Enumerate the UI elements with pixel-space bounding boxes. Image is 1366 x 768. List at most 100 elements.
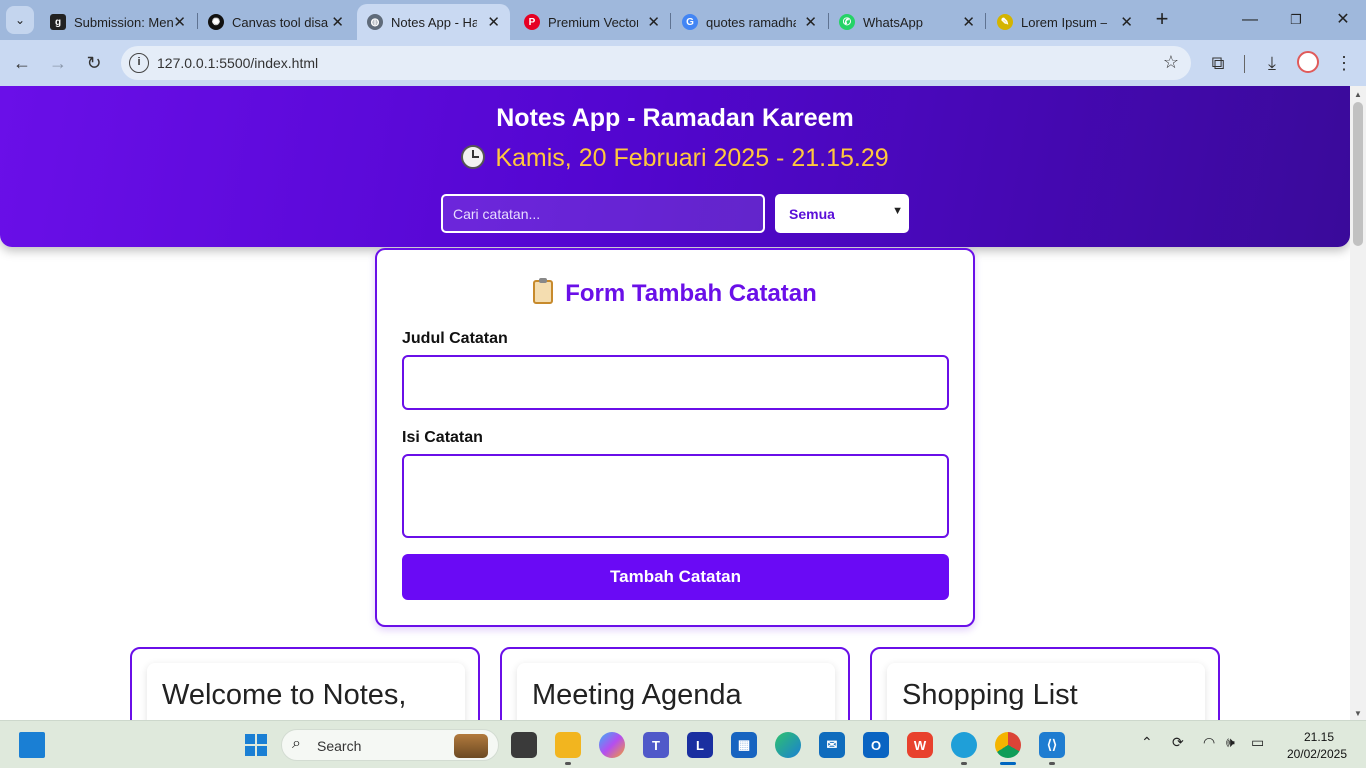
forward-button[interactable]: → bbox=[46, 51, 70, 75]
scrollbar-thumb[interactable] bbox=[1353, 102, 1363, 246]
wps-office-icon[interactable]: W bbox=[907, 732, 933, 758]
taskbar-search-label: Search bbox=[317, 738, 362, 754]
google-icon: G bbox=[682, 14, 698, 30]
outlook-new-icon[interactable]: ✉ bbox=[819, 732, 845, 758]
restore-button[interactable]: ❐ bbox=[1284, 8, 1308, 32]
microsoft-store-icon[interactable]: ▦ bbox=[731, 732, 757, 758]
clock-icon bbox=[461, 145, 486, 169]
volume-icon[interactable]: 🕪 bbox=[1226, 734, 1235, 751]
launcher-l-icon[interactable]: L bbox=[687, 732, 713, 758]
note-card-inner: Meeting Agenda bbox=[517, 663, 835, 720]
dicoding-icon: g bbox=[50, 14, 66, 30]
search-icon: ⌕ bbox=[292, 735, 301, 752]
close-icon[interactable]: ✕ bbox=[804, 13, 817, 31]
tab-canvas-tool[interactable]: ✺ Canvas tool disa ✕ bbox=[198, 4, 354, 40]
form-heading-text: Form Tambah Catatan bbox=[565, 280, 817, 307]
running-indicator bbox=[961, 762, 967, 765]
teams-icon[interactable]: T bbox=[643, 732, 669, 758]
more-menu-icon[interactable]: ⋮ bbox=[1332, 51, 1356, 75]
file-explorer-icon[interactable] bbox=[555, 732, 581, 758]
outlook-icon[interactable]: O bbox=[863, 732, 889, 758]
edge-icon[interactable] bbox=[775, 732, 801, 758]
download-icon[interactable]: ⤓ bbox=[1260, 51, 1284, 75]
app-header: Notes App - Ramadan Kareem Kamis, 20 Feb… bbox=[0, 86, 1350, 247]
wifi-icon[interactable]: ◠ bbox=[1203, 734, 1215, 751]
minimize-button[interactable]: — bbox=[1238, 8, 1262, 32]
form-heading: Form Tambah Catatan bbox=[377, 278, 973, 308]
close-icon[interactable]: ✕ bbox=[331, 13, 344, 31]
reload-button[interactable]: ↻ bbox=[82, 51, 106, 75]
taskbar-date[interactable]: 20/02/2025 bbox=[1287, 747, 1347, 761]
close-icon[interactable]: ✕ bbox=[647, 13, 660, 31]
note-card[interactable]: Shopping List bbox=[870, 647, 1220, 720]
page-viewport: Notes App - Ramadan Kareem Kamis, 20 Feb… bbox=[0, 86, 1350, 720]
copilot-icon[interactable] bbox=[599, 732, 625, 758]
sync-icon[interactable]: ⟳ bbox=[1172, 734, 1184, 751]
chrome-icon[interactable] bbox=[995, 732, 1021, 758]
tab-title: quotes ramadha bbox=[706, 14, 796, 30]
tab-notes-app[interactable]: ◍ Notes App - Har ✕ bbox=[357, 4, 510, 40]
body-textarea[interactable] bbox=[402, 454, 949, 538]
close-icon[interactable]: ✕ bbox=[962, 13, 975, 31]
windows-logo-icon bbox=[245, 734, 267, 756]
tab-lorem-ipsum[interactable]: ✎ Lorem Ipsum – ( ✕ bbox=[987, 4, 1143, 40]
start-windows-icon[interactable] bbox=[243, 732, 269, 758]
note-card[interactable]: Welcome to Notes, bbox=[130, 647, 480, 720]
note-card[interactable]: Meeting Agenda bbox=[500, 647, 850, 720]
widgets-icon[interactable] bbox=[19, 732, 45, 758]
close-icon[interactable]: ✕ bbox=[1120, 13, 1133, 31]
title-label: Judul Catatan bbox=[402, 330, 508, 347]
task-view-icon[interactable] bbox=[511, 732, 537, 758]
address-bar[interactable]: i 127.0.0.1:5500/index.html ☆ bbox=[121, 46, 1191, 80]
tab-title: Lorem Ipsum – ( bbox=[1021, 14, 1107, 30]
app-title: Notes App - Ramadan Kareem bbox=[496, 104, 854, 132]
taskbar-time[interactable]: 21.15 bbox=[1304, 730, 1334, 744]
filter-select[interactable]: Semua ▼ bbox=[775, 194, 909, 233]
add-note-button[interactable]: Tambah Catatan bbox=[402, 554, 949, 600]
bookmark-star-icon[interactable]: ☆ bbox=[1163, 52, 1179, 73]
window-close-button[interactable]: ✕ bbox=[1331, 8, 1355, 32]
search-highlight-icon bbox=[454, 734, 488, 758]
note-card-inner: Shopping List bbox=[887, 663, 1205, 720]
tab-title: Canvas tool disa bbox=[232, 14, 329, 30]
pinterest-icon: P bbox=[524, 14, 540, 30]
extensions-icon[interactable]: ⧉ bbox=[1206, 51, 1230, 75]
vscode-icon[interactable]: ⟨⟩ bbox=[1039, 732, 1065, 758]
clipboard-icon bbox=[533, 278, 554, 304]
openai-icon: ✺ bbox=[208, 14, 224, 30]
globe-icon: ◍ bbox=[367, 14, 383, 30]
new-tab-button[interactable]: + bbox=[1150, 8, 1174, 32]
search-input[interactable] bbox=[441, 194, 765, 233]
browser-toolbar: ← → ↻ i 127.0.0.1:5500/index.html ☆ ⧉ ⤓ … bbox=[0, 40, 1366, 86]
battery-icon[interactable]: ▭ bbox=[1251, 734, 1264, 751]
browser-tab-strip: ⌄ g Submission: Men ✕ ✺ Canvas tool disa… bbox=[0, 0, 1366, 40]
tab-submission[interactable]: g Submission: Men ✕ bbox=[40, 4, 196, 40]
note-title: Welcome to Notes, bbox=[162, 679, 407, 711]
tab-quotes-ramadhan[interactable]: G quotes ramadha ✕ bbox=[672, 4, 827, 40]
profile-avatar[interactable] bbox=[1297, 51, 1319, 73]
datetime-text: Kamis, 20 Februari 2025 - 21.15.29 bbox=[495, 144, 889, 172]
add-note-form: Form Tambah Catatan Judul Catatan Isi Ca… bbox=[375, 248, 975, 627]
close-icon[interactable]: ✕ bbox=[487, 13, 500, 31]
tab-title: WhatsApp bbox=[863, 14, 923, 30]
tab-search-button[interactable]: ⌄ bbox=[6, 6, 34, 34]
tab-divider bbox=[670, 13, 671, 29]
lorem-icon: ✎ bbox=[997, 14, 1013, 30]
toolbar-divider bbox=[1244, 55, 1245, 73]
tab-premium-vector[interactable]: P Premium Vector ✕ bbox=[514, 4, 670, 40]
close-icon[interactable]: ✕ bbox=[173, 13, 186, 31]
title-input[interactable] bbox=[402, 355, 949, 410]
scroll-up-arrow-icon[interactable]: ▲ bbox=[1354, 90, 1362, 99]
chevron-up-icon[interactable]: ⌃ bbox=[1141, 734, 1153, 751]
back-button[interactable]: ← bbox=[10, 51, 34, 75]
url-text: 127.0.0.1:5500/index.html bbox=[157, 55, 319, 71]
note-card-inner: Welcome to Notes, bbox=[147, 663, 465, 720]
page-scrollbar[interactable]: ▲ ▼ bbox=[1350, 86, 1366, 720]
scroll-down-arrow-icon[interactable]: ▼ bbox=[1354, 709, 1362, 718]
note-title: Meeting Agenda bbox=[532, 679, 742, 711]
messenger-icon[interactable] bbox=[951, 732, 977, 758]
tab-whatsapp[interactable]: ✆ WhatsApp ✕ bbox=[829, 4, 985, 40]
taskbar-search[interactable]: ⌕ Search bbox=[281, 729, 499, 761]
site-info-icon[interactable]: i bbox=[129, 53, 149, 73]
whatsapp-icon: ✆ bbox=[839, 14, 855, 30]
